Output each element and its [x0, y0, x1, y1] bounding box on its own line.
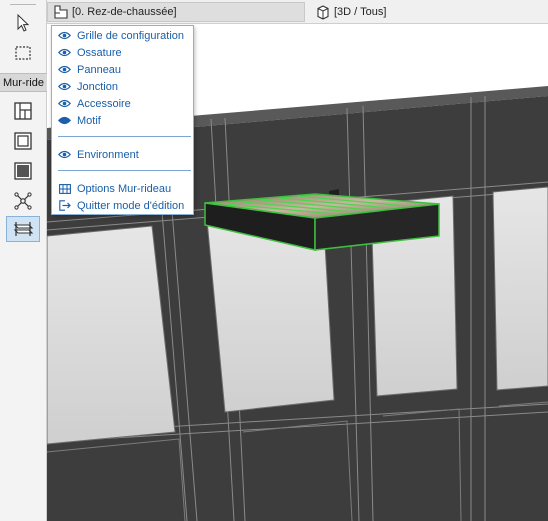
menu-item-label: Ossature: [77, 46, 122, 59]
toolbox-divider: [10, 4, 36, 5]
accessory-tool-button[interactable]: [6, 216, 40, 242]
eye-icon: [58, 150, 71, 160]
menu-item-label: Grille de configuration: [77, 29, 185, 42]
eye-icon: [58, 82, 71, 92]
tab-3d-view-label: [3D / Tous]: [334, 6, 387, 18]
eye-icon: [58, 99, 71, 109]
toolbox-panel-label: Mur-ride: [0, 73, 47, 92]
menu-item-label: Jonction: [77, 80, 118, 93]
menu-item-label: Quitter mode d'édition: [77, 199, 185, 212]
menu-item-exit-edit-mode[interactable]: Quitter mode d'édition: [52, 197, 193, 214]
frame-tool-button[interactable]: [6, 128, 40, 154]
eye-icon: [58, 65, 71, 75]
menu-item-grid[interactable]: Grille de configuration: [52, 27, 193, 44]
curtain-wall-grid-icon: [58, 183, 71, 194]
curtain-grid-icon: [14, 102, 32, 120]
marquee-icon: [15, 46, 31, 60]
tab-floor-plan[interactable]: [0. Rez-de-chaussée]: [47, 2, 305, 22]
marquee-tool-button[interactable]: [6, 40, 40, 66]
junction-icon: [14, 192, 32, 210]
eye-closed-icon: [58, 116, 71, 126]
eye-icon: [58, 31, 71, 41]
tab-3d-view[interactable]: [3D / Tous]: [310, 2, 460, 22]
menu-item-pattern[interactable]: Motif: [52, 112, 193, 129]
frame-icon: [14, 132, 32, 150]
junction-tool-button[interactable]: [6, 188, 40, 214]
toolbox: Mur-ride: [0, 0, 47, 521]
eye-icon: [58, 48, 71, 58]
arrow-tool-button[interactable]: [6, 10, 40, 36]
exit-icon: [58, 200, 71, 211]
menu-item-label: Panneau: [77, 63, 122, 76]
menu-divider: [58, 136, 191, 137]
view-tab-bar: [0. Rez-de-chaussée] [3D / Tous]: [47, 0, 548, 24]
floor-plan-icon: [54, 5, 68, 19]
panel-tool-button[interactable]: [6, 158, 40, 184]
menu-item-panel[interactable]: Panneau: [52, 61, 193, 78]
tab-floor-plan-label: [0. Rez-de-chaussée]: [72, 6, 177, 18]
menu-item-options[interactable]: Options Mur-rideau: [52, 180, 193, 197]
cube-3d-icon: [317, 4, 329, 20]
accessory-icon: [13, 222, 34, 236]
curtain-wall-edit-menu: Grille de configuration Ossature Panneau…: [51, 25, 194, 215]
menu-item-label: Environment: [77, 148, 139, 161]
menu-item-junction[interactable]: Jonction: [52, 78, 193, 95]
menu-divider: [58, 170, 191, 171]
menu-item-label: Motif: [77, 114, 101, 127]
menu-item-environment[interactable]: Environment: [52, 146, 193, 163]
menu-item-label: Accessoire: [77, 97, 131, 110]
panel-icon: [14, 162, 32, 180]
menu-item-accessory[interactable]: Accessoire: [52, 95, 193, 112]
arrow-icon: [17, 14, 30, 32]
menu-item-label: Options Mur-rideau: [77, 182, 172, 195]
menu-item-frame[interactable]: Ossature: [52, 44, 193, 61]
grid-tool-button[interactable]: [6, 98, 40, 124]
